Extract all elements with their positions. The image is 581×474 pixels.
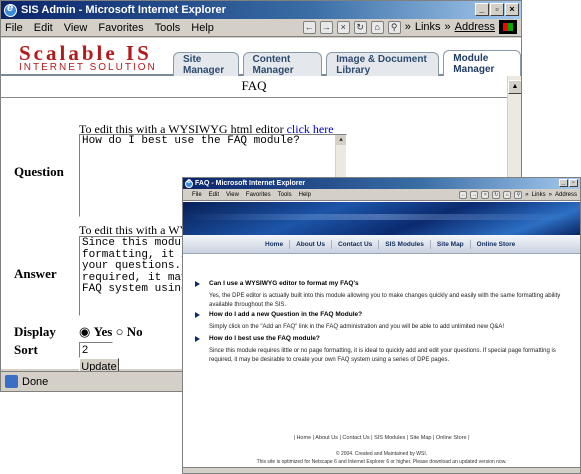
tab-module-manager[interactable]: Module Manager (443, 50, 521, 76)
chevron-right-icon[interactable]: » (549, 192, 552, 198)
menu-favorites[interactable]: Favorites (246, 192, 271, 198)
ie-icon (4, 2, 17, 17)
forward-icon[interactable]: → (319, 20, 333, 34)
site-banner (183, 202, 580, 235)
page-done-icon (5, 375, 18, 388)
site-navbar: Home About Us Contact Us SIS Modules Sit… (183, 235, 580, 254)
sort-label: Sort (14, 342, 38, 357)
display-radio-group: ◉ Yes ○ No (79, 324, 143, 340)
tab-content-manager[interactable]: Content Manager (242, 52, 323, 76)
faq-question: How do I best use the FAQ module? (209, 335, 320, 342)
answer-label: Answer (14, 266, 57, 281)
nav-contact-us[interactable]: Contact Us (332, 240, 380, 249)
links-label[interactable]: Links (532, 192, 546, 198)
display-label: Display (14, 324, 56, 339)
answer-textarea[interactable]: Since this module re formatting, it is i… (79, 236, 189, 316)
question-label: Question (14, 164, 64, 179)
nav-online-store[interactable]: Online Store (471, 240, 522, 249)
refresh-icon[interactable]: ↻ (492, 191, 501, 199)
sort-input[interactable]: 2 (79, 342, 113, 358)
address-label[interactable]: Address (555, 192, 577, 198)
stop-icon[interactable]: × (481, 191, 490, 199)
faq-window-titlebar[interactable]: FAQ - Microsoft Internet Explorer _ ▫ (183, 178, 580, 189)
back-icon[interactable]: ← (302, 20, 316, 34)
faq-menubar: File Edit View Favorites Tools Help ← → … (183, 189, 580, 201)
admin-menubar: File Edit View Favorites Tools Help ← → … (1, 19, 521, 37)
logo-subtitle: INTERNET SOLUTION (19, 62, 157, 73)
minimize-icon[interactable]: _ (475, 3, 489, 16)
menu-favorites[interactable]: Favorites (98, 22, 143, 34)
menu-tools[interactable]: Tools (155, 22, 181, 34)
app-header: Scalable IS INTERNET SOLUTION Site Manag… (1, 38, 521, 76)
nav-sis-modules[interactable]: SIS Modules (379, 240, 431, 249)
bullet-arrow-icon (195, 281, 200, 287)
menu-edit[interactable]: Edit (209, 192, 219, 198)
stop-icon[interactable]: × (336, 20, 350, 34)
footer-copyright: © 2004. Created and Maintained by WSI. (335, 451, 428, 457)
close-icon[interactable]: × (505, 3, 519, 16)
maximize-icon[interactable]: ▫ (569, 179, 578, 187)
faq-window-title: FAQ - Microsoft Internet Explorer (195, 180, 306, 187)
back-icon[interactable]: ← (459, 191, 468, 199)
display-yes-label[interactable]: Yes (94, 324, 113, 339)
faq-answer: Since this module requires little or no … (209, 348, 556, 363)
chevron-right-icon[interactable]: » (525, 192, 528, 198)
maximize-icon[interactable]: ▫ (490, 3, 504, 16)
faq-statusbar (183, 467, 580, 473)
menu-file[interactable]: File (192, 192, 202, 198)
footer-browser-note: This site is optimized for Netscape 6 an… (256, 459, 507, 465)
menu-help[interactable]: Help (191, 22, 214, 34)
search-icon[interactable]: ⚲ (387, 20, 401, 34)
chevron-right-icon[interactable]: » (445, 21, 451, 33)
admin-window-titlebar[interactable]: SIS Admin - Microsoft Internet Explorer … (1, 1, 521, 19)
footer-links[interactable]: | Home | About Us | Contact Us | SIS Mod… (183, 435, 580, 441)
scroll-up-icon[interactable]: ▲ (508, 80, 521, 94)
module-tabs: Site Manager Content Manager Image & Doc… (173, 50, 521, 76)
faq-answer: Yes, the DPE editor is actually built in… (209, 293, 561, 308)
bullet-arrow-icon (195, 336, 200, 342)
menu-tools[interactable]: Tools (278, 192, 292, 198)
display-yes-radio[interactable]: ◉ (79, 324, 90, 339)
page-title: FAQ (1, 76, 507, 98)
address-label[interactable]: Address (455, 21, 495, 33)
refresh-icon[interactable]: ↻ (353, 20, 367, 34)
faq-answer: Simply click on the "Add an FAQ" link in… (209, 324, 505, 330)
tab-image-document-library[interactable]: Image & Document Library (326, 52, 440, 76)
nav-site-map[interactable]: Site Map (431, 240, 471, 249)
admin-window-title: SIS Admin - Microsoft Internet Explorer (21, 4, 226, 16)
links-label[interactable]: Links (415, 21, 441, 33)
minimize-icon[interactable]: _ (559, 179, 568, 187)
chevron-right-icon[interactable]: » (405, 21, 411, 33)
ie-icon (185, 178, 193, 188)
home-icon[interactable]: ⌂ (503, 191, 512, 199)
answer-text: Since this module re formatting, it is i… (82, 237, 188, 295)
tab-site-manager[interactable]: Site Manager (173, 52, 239, 76)
windows-logo-icon (499, 20, 517, 34)
display-no-radio[interactable]: ○ (116, 324, 124, 339)
forward-icon[interactable]: → (470, 191, 479, 199)
menu-view[interactable]: View (226, 192, 239, 198)
home-icon[interactable]: ⌂ (370, 20, 384, 34)
bullet-arrow-icon (195, 312, 200, 318)
nav-home[interactable]: Home (259, 240, 291, 249)
search-icon[interactable]: ⚲ (514, 191, 523, 199)
display-no-label[interactable]: No (127, 324, 143, 339)
menu-edit[interactable]: Edit (34, 22, 53, 34)
faq-question: How do I add a new Question in the FAQ M… (209, 311, 363, 318)
status-text: Done (22, 375, 49, 388)
menu-help[interactable]: Help (299, 192, 311, 198)
question-text: How do I best use the FAQ module? (82, 135, 300, 147)
menu-view[interactable]: View (64, 22, 88, 34)
faq-question: Can I use a WYSIWYG editor to format my … (209, 280, 359, 287)
faq-browser-window: FAQ - Microsoft Internet Explorer _ ▫ Fi… (182, 177, 581, 474)
nav-about-us[interactable]: About Us (290, 240, 332, 249)
menu-file[interactable]: File (5, 22, 23, 34)
